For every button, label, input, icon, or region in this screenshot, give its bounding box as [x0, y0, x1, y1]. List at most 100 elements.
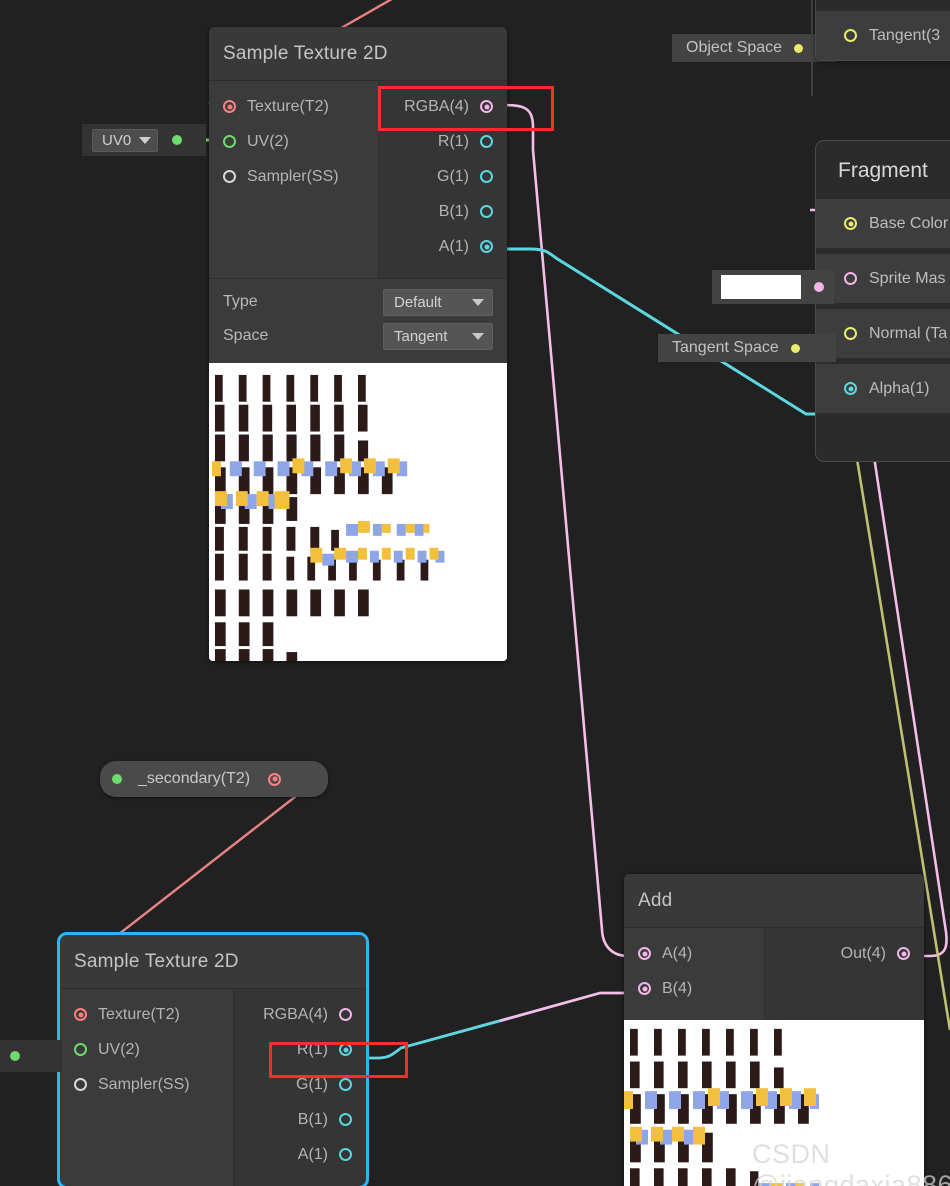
port-dot-rgba-icon[interactable] — [480, 100, 493, 113]
output-port-a[interactable]: A(1) — [379, 229, 507, 264]
master-row-base-color[interactable]: Base Color — [816, 199, 950, 248]
uv-channel-dropdown[interactable]: UV0 — [92, 128, 159, 152]
node-uv-dropdown-offscreen[interactable] — [0, 1040, 62, 1072]
port-dot-uv-icon[interactable] — [223, 135, 236, 148]
port-label: Alpha(1) — [869, 379, 930, 397]
output-port-g[interactable]: G(1) — [234, 1067, 366, 1102]
output-port-b[interactable]: B(1) — [234, 1102, 366, 1137]
port-label: A(4) — [662, 944, 693, 962]
node-color-swatch[interactable] — [712, 270, 834, 304]
chevron-down-icon — [472, 332, 484, 340]
output-port-r[interactable]: R(1) — [379, 124, 507, 159]
node-tangent-top[interactable]: Tangent(3 — [815, 0, 950, 61]
type-dropdown[interactable]: Default — [383, 288, 493, 316]
input-port-texture[interactable]: Texture(T2) — [209, 89, 378, 124]
port-label: B(1) — [438, 202, 469, 220]
pill-in-dot-icon[interactable] — [112, 774, 122, 784]
output-port-rgba[interactable]: RGBA(4) — [379, 89, 507, 124]
output-port-rgba[interactable]: RGBA(4) — [234, 997, 366, 1032]
input-ports: Texture(T2) UV(2) Sampler(SS) — [209, 81, 379, 278]
input-port-sampler[interactable]: Sampler(SS) — [60, 1067, 233, 1102]
port-dot-out-icon[interactable] — [897, 947, 910, 960]
input-port-sampler[interactable]: Sampler(SS) — [209, 159, 378, 194]
output-port-b[interactable]: B(1) — [379, 194, 507, 229]
port-dot-uv-icon[interactable] — [74, 1043, 87, 1056]
port-dot-sampler-icon[interactable] — [223, 170, 236, 183]
setting-label: Space — [223, 327, 269, 344]
port-label: Base Color — [869, 214, 949, 232]
master-row-sprite-mask[interactable]: Sprite Mas — [816, 254, 950, 303]
swatch-out-dot-icon[interactable] — [814, 282, 824, 292]
output-port-r[interactable]: R(1) — [234, 1032, 366, 1067]
port-dot-r-icon[interactable] — [480, 135, 493, 148]
node-uv0[interactable]: UV0 — [82, 124, 206, 156]
port-dot-a-icon[interactable] — [480, 240, 493, 253]
pill-label: _secondary(T2) — [138, 770, 251, 787]
output-port-a[interactable]: A(1) — [234, 1137, 366, 1172]
port-label: UV(2) — [247, 132, 289, 150]
chevron-down-icon — [472, 298, 484, 306]
port-dot-b-icon[interactable] — [480, 205, 493, 218]
port-dot-g-icon[interactable] — [339, 1078, 352, 1091]
port-dot-a-icon[interactable] — [638, 947, 651, 960]
label-tangent-space[interactable]: Tangent Space — [658, 334, 836, 362]
port-dot-tangent-icon[interactable] — [844, 29, 857, 42]
port-dot-base-color-icon[interactable] — [844, 217, 857, 230]
uv-channel-value: UV0 — [102, 131, 132, 149]
port-label: Texture(T2) — [247, 97, 329, 115]
node-fragment-master[interactable]: Fragment Base Color Sprite Mas Normal (T… — [815, 140, 950, 462]
output-port-out[interactable]: Out(4) — [765, 936, 924, 971]
uv-out-dot-icon[interactable] — [172, 135, 183, 145]
port-dot-a-icon[interactable] — [339, 1148, 352, 1161]
port-dot-b-icon[interactable] — [339, 1113, 352, 1126]
object-space-dot-icon[interactable] — [794, 43, 804, 53]
pill-out-dot-icon[interactable] — [268, 772, 282, 786]
input-port-uv[interactable]: UV(2) — [209, 124, 378, 159]
space-dropdown[interactable]: Tangent — [383, 322, 493, 350]
property-pill-secondary[interactable]: _secondary(T2) — [100, 761, 328, 797]
port-label: Sprite Mas — [869, 269, 946, 287]
color-swatch-preview[interactable] — [721, 275, 801, 299]
sprite-sheet-preview-image — [209, 363, 507, 661]
tangent-space-dot-icon[interactable] — [790, 343, 800, 353]
port-dot-b-icon[interactable] — [638, 982, 651, 995]
output-ports: RGBA(4) R(1) G(1) B(1) A(1) — [379, 81, 507, 278]
node-ports: A(4) B(4) Out(4) — [624, 927, 924, 1020]
master-row-normal[interactable]: Normal (Ta — [816, 309, 950, 358]
sprite-sheet-preview-image — [624, 1020, 924, 1186]
output-ports: RGBA(4) R(1) G(1) B(1) A(1) — [234, 989, 366, 1186]
input-port-uv[interactable]: UV(2) — [60, 1032, 233, 1067]
uv-out-dot-icon[interactable] — [10, 1051, 20, 1061]
port-dot-texture-icon[interactable] — [74, 1008, 87, 1021]
input-port-b[interactable]: B(4) — [624, 971, 764, 1006]
port-dot-alpha-icon[interactable] — [844, 382, 857, 395]
input-port-texture[interactable]: Texture(T2) — [60, 997, 233, 1032]
node-sample-texture-2d-bottom[interactable]: Sample Texture 2D Texture(T2) UV(2) Samp… — [57, 932, 369, 1186]
port-dot-sampler-icon[interactable] — [74, 1078, 87, 1091]
port-label: B(4) — [662, 979, 693, 997]
port-dot-texture-icon[interactable] — [223, 100, 236, 113]
shader-graph-canvas[interactable]: Sample Texture 2D Texture(T2) UV(2) Samp… — [0, 0, 950, 1186]
port-label: R(1) — [437, 132, 469, 150]
port-dot-r-icon[interactable] — [339, 1043, 352, 1056]
port-dot-sprite-mask-icon[interactable] — [844, 272, 857, 285]
input-port-a[interactable]: A(4) — [624, 936, 764, 971]
port-dot-rgba-icon[interactable] — [339, 1008, 352, 1021]
port-dot-g-icon[interactable] — [480, 170, 493, 183]
port-dot-normal-icon[interactable] — [844, 327, 857, 340]
port-label: Out(4) — [840, 944, 886, 962]
master-row-alpha[interactable]: Alpha(1) — [816, 364, 950, 413]
space-dropdown-value: Tangent — [394, 327, 448, 345]
tangent-port-row[interactable]: Tangent(3 — [816, 11, 950, 60]
node-ports: Texture(T2) UV(2) Sampler(SS) RGBA(4) R(… — [60, 988, 366, 1186]
node-preview-top[interactable] — [209, 363, 507, 661]
tangent-space-label: Tangent Space — [672, 339, 779, 356]
node-preview-add[interactable] — [624, 1020, 924, 1186]
node-sample-texture-2d-top[interactable]: Sample Texture 2D Texture(T2) UV(2) Samp… — [209, 27, 507, 661]
output-port-g[interactable]: G(1) — [379, 159, 507, 194]
node-add[interactable]: Add A(4) B(4) Out(4) — [624, 874, 924, 1186]
port-label: B(1) — [297, 1110, 328, 1128]
edge-r1-to-add-b — [353, 989, 645, 1060]
label-object-space[interactable]: Object Space — [672, 34, 836, 62]
output-spacer — [765, 971, 924, 1006]
